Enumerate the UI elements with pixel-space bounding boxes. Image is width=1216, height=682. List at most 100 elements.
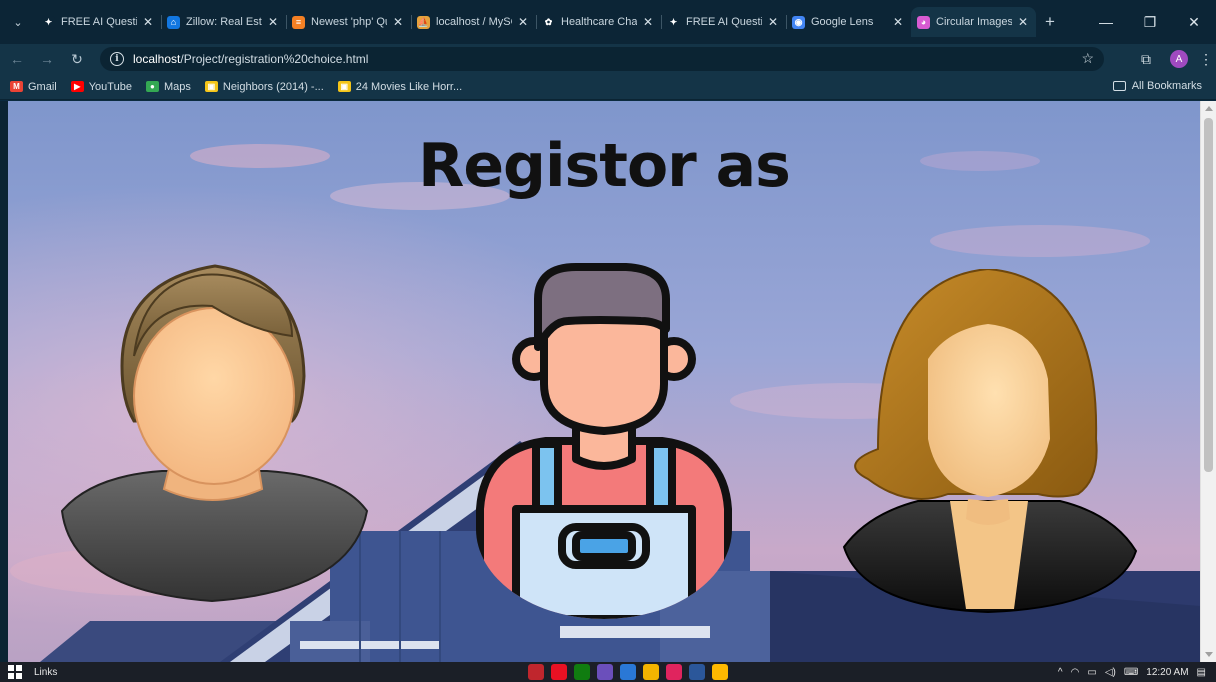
tab-title: FREE AI Questio [61,16,137,28]
close-tab-icon[interactable]: ✕ [141,15,155,29]
all-bookmarks-button[interactable]: All Bookmarks [1112,80,1202,92]
tab-favicon-icon: ✦ [42,15,55,29]
tab-favicon-icon: ⛵ [417,15,430,29]
bookmark-favicon-icon: ▣ [337,81,351,92]
bookmark-favicon-icon: ● [145,81,159,92]
bookmark-favicon-icon: ▣ [204,81,218,92]
close-tab-icon[interactable]: ✕ [516,15,530,29]
windows-start-icon[interactable] [0,665,30,679]
battery-icon[interactable]: ▭ [1087,667,1096,678]
volume-icon[interactable]: ◁) [1105,667,1116,678]
tab-favicon-icon: ✿ [542,15,555,29]
extensions-icon[interactable]: ⧉ [1128,51,1164,68]
choice-worker[interactable] [476,259,732,619]
address-bar[interactable]: i localhost/Project/registration%20choic… [100,47,1104,71]
scroll-down-icon[interactable] [1205,652,1213,657]
minimize-icon[interactable]: — [1084,0,1128,44]
bookmark-favicon-icon: ▶ [70,81,84,92]
tab-title: Healthcare Chat [561,16,637,28]
close-tab-icon[interactable]: ✕ [891,15,905,29]
choice-male-user[interactable] [52,261,374,606]
url-text: localhost/Project/registration%20choice.… [133,52,369,66]
tab-list: ✦ FREE AI Questio ✕ ⌂ Zillow: Real Esta ✕ ≡ New… [36,0,1036,44]
clock-time[interactable]: 12:20 AM [1146,667,1188,678]
tab-strip: ⌄ ✦ FREE AI Questio ✕ ⌂ Zillow: Real Esta ✕ ≡ N… [0,0,1216,44]
bookmark-label: Gmail [28,80,57,93]
file-explorer-icon[interactable] [712,664,728,680]
new-tab-button[interactable]: + [1036,8,1064,36]
bookmark-label: YouTube [88,80,132,93]
browser-tab[interactable]: ✦ FREE AI Questio ✕ [661,7,787,37]
forward-button[interactable]: → [34,46,60,72]
back-button[interactable]: ← [4,46,30,72]
bookmarks-bar: M Gmail ▶ YouTube ● Maps ▣ Neighbors (2014) -..… [0,74,1216,100]
bookmark-item[interactable]: M Gmail [10,81,57,93]
page-left-edge [0,101,8,662]
tab-title: Newest 'php' Qu [311,16,387,28]
tab-search-chevron-icon[interactable]: ⌄ [0,0,36,44]
bookmark-item[interactable]: ▶ YouTube [70,80,132,93]
network-icon[interactable]: ◠ [1071,667,1080,678]
scroll-up-icon[interactable] [1205,106,1213,111]
taskbar-app-icon[interactable] [597,664,613,680]
tray-chevron-icon[interactable]: ^ [1058,667,1063,678]
profile-avatar[interactable]: A [1170,50,1188,68]
site-info-icon[interactable]: i [110,52,124,66]
tab-favicon-icon: ◉ [792,15,805,29]
tab-favicon-icon: ≡ [292,15,305,29]
close-tab-icon[interactable]: ✕ [766,15,780,29]
tab-title: localhost / MySC [436,16,512,28]
page-heading: Registor as [418,131,791,201]
tab-favicon-icon: ⌂ [167,15,180,29]
browser-tab[interactable]: ✿ Healthcare Chat ✕ [536,7,662,37]
close-tab-icon[interactable]: ✕ [641,15,655,29]
bookmark-list: M Gmail ▶ YouTube ● Maps ▣ Neighbors (2014) -..… [10,81,476,93]
xbox-icon[interactable] [574,664,590,680]
close-window-icon[interactable]: ✕ [1172,0,1216,44]
bookmark-item[interactable]: ● Maps [145,80,191,93]
close-tab-icon[interactable]: ✕ [391,15,405,29]
page-scrollbar[interactable] [1200,101,1216,662]
worker-apron-icon [476,263,732,619]
scroll-thumb[interactable] [1204,118,1213,472]
bookmark-item[interactable]: ▣ 24 Movies Like Horr... [337,80,463,93]
browser-tab[interactable]: ✦ FREE AI Questio ✕ [36,7,162,37]
bookmark-label: Neighbors (2014) -... [222,80,324,93]
close-tab-icon[interactable]: ✕ [266,15,280,29]
reload-button[interactable]: ↻ [64,46,90,72]
links-toolbar-label[interactable]: Links [34,667,57,678]
menu-kebab-icon[interactable]: ⋮ [1196,51,1216,68]
vscode-icon[interactable] [620,664,636,680]
notifications-icon[interactable]: ▤ [1197,667,1206,678]
tab-favicon-icon: ✦ [667,15,680,29]
taskbar-app-icon[interactable] [551,664,567,680]
browser-tab[interactable]: ≡ Newest 'php' Qu ✕ [286,7,412,37]
windows-taskbar: Links ^ ◠ ▭ ◁) ⌨ 12:20 AM ▤ [0,662,1216,682]
pinned-apps [528,664,735,680]
tab-title: Google Lens [811,16,874,28]
bookmark-star-icon[interactable]: ☆ [1081,50,1094,67]
bookmark-label: Maps [163,80,191,93]
bookmark-label: 24 Movies Like Horr... [355,80,463,93]
man-avatar-icon [60,264,369,603]
restore-icon[interactable]: ❐ [1128,0,1172,44]
all-bookmarks-label: All Bookmarks [1131,80,1202,92]
keyboard-icon[interactable]: ⌨ [1124,667,1138,678]
taskbar-app-icon[interactable] [528,664,544,680]
folder-icon [1112,81,1126,91]
browser-tab[interactable]: ◕ Circular Images ✕ [911,7,1036,37]
browser-tab[interactable]: ⌂ Zillow: Real Esta ✕ [161,7,287,37]
word-icon[interactable] [689,664,705,680]
bookmark-item[interactable]: ▣ Neighbors (2014) -... [204,80,324,93]
tab-title: FREE AI Questio [686,16,762,28]
woman-avatar-icon [842,269,1138,614]
toolbar-right: ⧉ A ⋮ [1128,44,1216,74]
choice-female-user[interactable] [838,269,1140,614]
browser-tab[interactable]: ⛵ localhost / MySC ✕ [411,7,537,37]
browser-tab[interactable]: ◉ Google Lens ✕ [786,7,912,37]
close-tab-icon[interactable]: ✕ [1016,15,1030,29]
taskbar-app-icon[interactable] [666,664,682,680]
tab-favicon-icon: ◕ [917,15,930,29]
tab-title: Zillow: Real Esta [186,16,262,28]
chrome-icon[interactable] [643,664,659,680]
